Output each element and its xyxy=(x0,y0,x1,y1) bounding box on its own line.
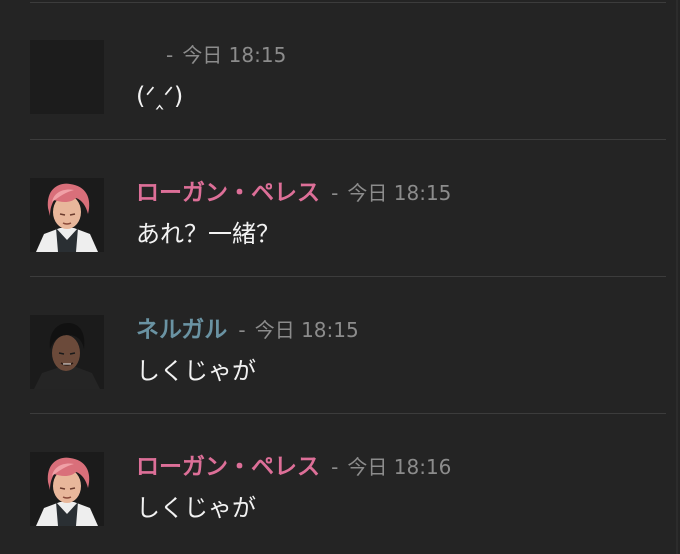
pink-hair-man-avatar-icon[interactable] xyxy=(30,452,104,526)
dark-skin-man-avatar-icon[interactable] xyxy=(30,315,104,389)
blank-avatar-icon[interactable] xyxy=(30,40,104,114)
message-header: - 今日 18:15 xyxy=(136,40,286,70)
header-separator: - xyxy=(331,181,339,205)
chat-log: - 今日 18:15 (ᐟ‸ᐟ) ローガン・ペレス - 今日 18:15 あれ？… xyxy=(0,0,680,554)
pink-hair-man-avatar-icon[interactable] xyxy=(30,178,104,252)
author-name[interactable]: ネルガル xyxy=(136,317,227,343)
chat-message: ローガン・ペレス - 今日 18:15 あれ？一緒？ xyxy=(0,138,680,274)
header-separator: - xyxy=(331,455,339,479)
message-header: ローガン・ペレス - 今日 18:16 xyxy=(136,452,451,482)
message-text: しくじゃが xyxy=(136,357,256,385)
message-header: ローガン・ペレス - 今日 18:15 xyxy=(136,178,451,208)
timestamp: 今日 18:16 xyxy=(347,455,452,479)
timestamp: 今日 18:15 xyxy=(347,181,452,205)
author-name[interactable]: ローガン・ペレス xyxy=(136,180,320,206)
timestamp: 今日 18:15 xyxy=(182,43,287,67)
chat-message: ローガン・ペレス - 今日 18:16 しくじゃが xyxy=(0,412,680,548)
chat-message: - 今日 18:15 (ᐟ‸ᐟ) xyxy=(0,0,680,136)
header-separator: - xyxy=(238,318,246,342)
message-text: しくじゃが xyxy=(136,494,256,522)
timestamp: 今日 18:15 xyxy=(254,318,359,342)
message-text: あれ？一緒？ xyxy=(136,220,280,248)
author-name[interactable]: ローガン・ペレス xyxy=(136,454,320,480)
chat-message: ネルガル - 今日 18:15 しくじゃが xyxy=(0,275,680,411)
scrollbar-track[interactable] xyxy=(676,0,678,554)
header-separator: - xyxy=(166,43,174,67)
message-header: ネルガル - 今日 18:15 xyxy=(136,315,359,345)
message-text: (ᐟ‸ᐟ) xyxy=(136,82,184,110)
